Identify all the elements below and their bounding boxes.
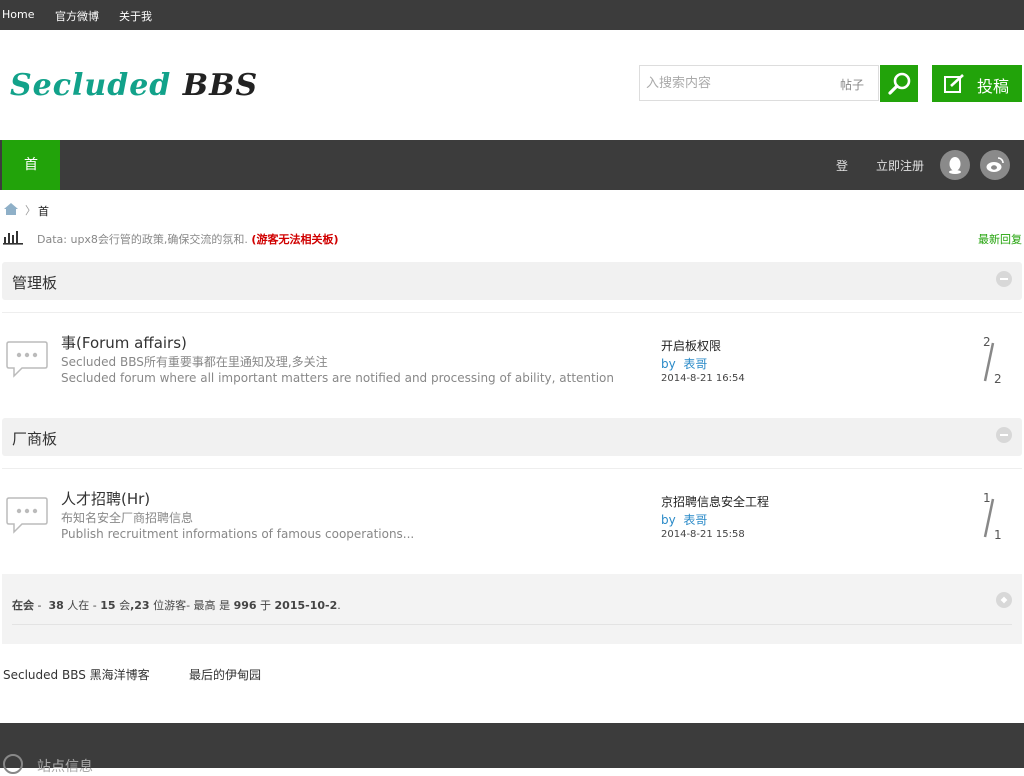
online-stats-text: 在会 - 38 人在 - 15 会,23 位游客- 最高 是 996 于 201… (12, 597, 341, 613)
online-text-7: . (337, 599, 341, 612)
online-text-4: 位游客- 最高 (153, 599, 216, 612)
top-bar: Home 官方微博 关于我 (0, 0, 1024, 30)
forum-title-hr[interactable]: 人才招聘(Hr) (61, 488, 150, 509)
main-nav: 首 登 立即注册 (0, 140, 1024, 190)
online-members: 15 (100, 599, 116, 612)
nav-item-home[interactable]: 首 (2, 140, 60, 190)
forum-chat-icon (6, 341, 48, 378)
online-stats-panel: 在会 - 38 人在 - 15 会,23 位游客- 最高 是 996 于 201… (2, 574, 1022, 644)
post-button-label: 投稿 (977, 77, 1010, 96)
last-post-title[interactable]: 开启板权限 (661, 337, 721, 354)
info-icon (3, 754, 23, 774)
weibo-icon (986, 157, 1004, 172)
online-max: 996 (233, 599, 257, 612)
friend-link-heihaiyang[interactable]: Secluded BBS 黑海洋博客 (3, 666, 150, 683)
qq-login-button[interactable] (940, 150, 970, 180)
edit-icon (944, 74, 964, 93)
section-title: 管理板 (12, 274, 58, 292)
online-max-date: 2015-10-2 (274, 599, 338, 612)
forum-title-affairs[interactable]: 事(Forum affairs) (61, 332, 187, 353)
online-label: 在会 (12, 599, 34, 612)
online-total: 38 (48, 599, 64, 612)
search-button[interactable] (880, 65, 918, 102)
search-box: 帖子 (639, 65, 879, 101)
online-sep: - (37, 599, 42, 612)
footer: 站点信息 (0, 723, 1024, 775)
online-text-5: 是 (219, 599, 231, 612)
online-text-2: - (92, 599, 97, 612)
forum-desc-en: Secluded forum where all important matte… (61, 371, 615, 385)
search-scope-select[interactable]: 帖子 (840, 76, 864, 93)
logo-text-bbs: BBS (182, 68, 259, 103)
last-post-author[interactable]: 表哥 (683, 513, 707, 527)
breadcrumb-separator: 〉 (25, 204, 36, 217)
last-post-date: 2014-8-21 16:54 (661, 373, 745, 384)
last-post-author[interactable]: 表哥 (683, 357, 707, 371)
divider (2, 312, 1022, 313)
announcement: Data: upx8会行管的政策,确保交流的氛和. (游客无法相关板) (37, 231, 338, 247)
weibo-login-button[interactable] (980, 150, 1010, 180)
post-button[interactable]: 投稿 (932, 65, 1022, 102)
footer-title: 站点信息 (37, 759, 93, 775)
guest-warning: (游客无法相关板) (251, 233, 339, 246)
breadcrumb-current[interactable]: 首 (38, 203, 49, 219)
login-link[interactable]: 登 (836, 157, 848, 174)
online-text-3: 会 (119, 599, 131, 612)
forum-desc-cn: 布知名安全厂商招聘信息 (61, 511, 194, 525)
top-link-weibo[interactable]: 官方微博 (55, 8, 99, 24)
forum-desc-en: Publish recruitment informations of famo… (61, 527, 415, 541)
collapse-icon[interactable] (996, 271, 1012, 287)
top-link-about[interactable]: 关于我 (119, 8, 152, 24)
search-input[interactable] (640, 66, 836, 100)
last-post-by: by 表哥 (661, 511, 707, 528)
last-post-title[interactable]: 京招聘信息安全工程 (661, 493, 769, 510)
stats-icon (3, 231, 23, 245)
section-header-vendor[interactable]: 厂商板 (2, 418, 1022, 456)
friend-link-eden[interactable]: 最后的伊甸园 (189, 666, 261, 683)
online-text-6: 于 (260, 599, 272, 612)
forum-desc-cn: Secluded BBS所有重要事都在里通知及理,多关注 (61, 355, 328, 369)
divider (2, 468, 1022, 469)
divider (12, 624, 1012, 625)
by-label: by (661, 513, 676, 527)
last-post-date: 2014-8-21 15:58 (661, 529, 745, 540)
latest-replies-link[interactable]: 最新回复 (978, 231, 1022, 247)
qq-icon (949, 157, 961, 174)
expand-icon[interactable] (996, 592, 1012, 608)
by-label: by (661, 357, 676, 371)
section-header-admin[interactable]: 管理板 (2, 262, 1022, 300)
online-text-1: 人在 (67, 599, 90, 612)
register-link[interactable]: 立即注册 (876, 157, 924, 174)
section-title: 厂商板 (12, 430, 58, 448)
post-count: 1 (994, 528, 1002, 542)
site-logo[interactable]: Secluded BBS (10, 68, 258, 103)
collapse-icon[interactable] (996, 427, 1012, 443)
forum-chat-icon (6, 497, 48, 534)
post-count: 2 (994, 372, 1002, 386)
logo-text-secluded: Secluded (10, 68, 172, 103)
announcement-text: Data: upx8会行管的政策,确保交流的氛和. (37, 233, 248, 246)
online-guests: ,23 (130, 599, 150, 612)
last-post-by: by 表哥 (661, 355, 707, 372)
home-icon[interactable] (3, 202, 19, 216)
top-link-home[interactable]: Home (2, 8, 34, 21)
search-icon (888, 72, 911, 95)
